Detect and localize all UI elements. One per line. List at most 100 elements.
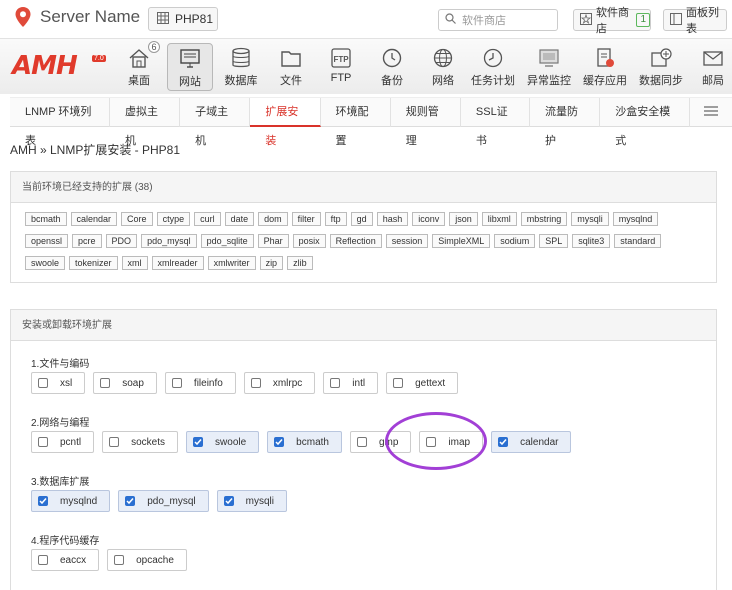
unchecked-box-icon[interactable] (356, 437, 367, 447)
extension-tag: pcre (72, 234, 102, 248)
toolbar-label: 文件 (280, 75, 302, 87)
checked-box-icon[interactable] (498, 437, 509, 447)
toolbar-item-schedule[interactable]: 任务计划 (470, 43, 516, 91)
extension-checkbox-imap[interactable]: imap (419, 431, 484, 453)
tab-env-config[interactable]: 环境配置 (321, 98, 391, 147)
checkbox-label: eaccx (60, 554, 87, 566)
extension-tag: SPL (539, 234, 569, 248)
toolbar-label: 备份 (381, 75, 403, 87)
checkbox-label: calendar (520, 436, 559, 448)
extension-checkbox-xmlrpc[interactable]: xmlrpc (243, 372, 316, 394)
unchecked-box-icon[interactable] (330, 378, 341, 388)
cache-icon (593, 47, 617, 69)
extension-tag: zip (259, 256, 284, 270)
extension-checkbox-opcache[interactable]: opcache (107, 549, 187, 571)
checkbox-label: pdo_mysql (147, 495, 196, 507)
unchecked-box-icon[interactable] (109, 437, 120, 447)
extension-tag: bcmath (25, 212, 67, 226)
amh-logo[interactable]: AMH 7.0 (12, 51, 106, 81)
toolbar-item-network[interactable]: 网络 (420, 43, 466, 91)
location-pin-icon (14, 6, 32, 28)
toolbar-label: 网络 (432, 75, 454, 87)
extension-checkbox-soap[interactable]: soap (93, 372, 157, 394)
tab-ssl-cert[interactable]: SSL证书 (461, 98, 531, 147)
tab-sandbox-mode[interactable]: 沙盒安全模式 (600, 98, 690, 147)
extension-checkbox-gettext[interactable]: gettext (386, 372, 459, 394)
tab-rule-manage[interactable]: 规则管理 (391, 98, 461, 147)
extension-tag-row: openssl pcre PDO pdo_mysql pdo_sqlite Phar pos… (25, 234, 665, 248)
checkbox-label: bcmath (296, 436, 329, 448)
checked-box-icon[interactable] (38, 496, 48, 506)
checked-box-icon[interactable] (125, 496, 136, 506)
group-title: 3.数据库扩展 (31, 477, 90, 488)
extension-checkbox-gmp[interactable]: gmp (349, 431, 412, 453)
extension-checkbox-eaccx[interactable]: eaccx (31, 549, 100, 571)
unchecked-box-icon[interactable] (426, 437, 437, 447)
extension-checkbox-sockets[interactable]: sockets (102, 431, 179, 453)
toolbar-item-monitor[interactable]: 异常监控 (526, 43, 572, 91)
extension-tag: xmlreader (151, 256, 204, 270)
toolbar-label: 缓存应用 (583, 75, 627, 87)
extension-checkbox-swoole[interactable]: swoole (186, 431, 260, 453)
unchecked-box-icon[interactable] (100, 378, 111, 388)
toolbar-item-sync[interactable]: 数据同步 (638, 43, 684, 91)
extension-tag-row: bcmath calendar Core ctype curl date dom filter… (25, 212, 662, 226)
extension-tag: openssl (25, 234, 69, 248)
php-version-button[interactable]: PHP81 (148, 7, 218, 31)
unchecked-box-icon[interactable] (171, 378, 182, 388)
tab-virtual-host[interactable]: 虚拟主机 (110, 98, 181, 147)
extension-checkbox-intl[interactable]: intl (323, 372, 379, 394)
unchecked-box-icon[interactable] (38, 378, 48, 388)
extension-tag: SimpleXML (432, 234, 491, 248)
extension-checkbox-pcntl[interactable]: pcntl (31, 431, 95, 453)
tab-lnmp-list[interactable]: LNMP 环境列表 (10, 98, 110, 147)
globe-icon (431, 47, 455, 69)
toolbar-label: 邮局 (702, 75, 724, 87)
extension-checkbox-fileinfo[interactable]: fileinfo (164, 372, 236, 394)
toolbar-label: 任务计划 (471, 75, 515, 87)
extension-tag: sqlite3 (572, 234, 611, 248)
panel-list-button[interactable]: 面板列表 (663, 7, 727, 35)
database-icon (229, 47, 253, 69)
toolbar-item-database[interactable]: 数据库 (218, 43, 264, 91)
unchecked-box-icon[interactable] (114, 555, 125, 565)
unchecked-box-icon[interactable] (393, 378, 404, 388)
unchecked-box-icon[interactable] (38, 555, 48, 565)
toolbar-item-ftp[interactable]: FTP FTP (318, 43, 364, 91)
server-name[interactable]: Server Name (14, 6, 140, 28)
tab-traffic-protect[interactable]: 流量防护 (530, 98, 601, 147)
extension-tag: pdo_mysql (141, 234, 197, 248)
checkbox-label: mysqli (245, 495, 274, 507)
tab-extension-install[interactable]: 扩展安装 (250, 98, 321, 147)
toolbar-item-files[interactable]: 文件 (268, 43, 314, 91)
software-store-button[interactable]: 软件商店 1 (573, 7, 651, 35)
extension-checkbox-mysqlnd[interactable]: mysqlnd (31, 490, 111, 512)
checked-box-icon[interactable] (193, 437, 204, 447)
extension-tag: json (449, 212, 478, 226)
extension-checkbox-bcmath[interactable]: bcmath (267, 431, 342, 453)
checked-box-icon[interactable] (274, 437, 285, 447)
toolbar-label: 网站 (179, 76, 201, 88)
store-icon (580, 12, 592, 28)
more-menu-button[interactable] (690, 98, 732, 126)
extension-checkbox-xsl[interactable]: xsl (31, 372, 86, 394)
unchecked-box-icon[interactable] (38, 437, 48, 447)
toolbar-item-website[interactable]: 网站 (167, 43, 213, 91)
extension-checkbox-calendar[interactable]: calendar (491, 431, 572, 453)
unchecked-box-icon[interactable] (250, 378, 261, 388)
checkbox-row: mysqlnd pdo_mysql mysqli (31, 490, 287, 512)
search-input[interactable]: 软件商店 (438, 9, 558, 31)
toolbar-item-desktop[interactable]: 6 桌面 (116, 41, 162, 91)
extension-checkbox-pdo-mysql[interactable]: pdo_mysql (118, 490, 209, 512)
tab-subdomain-host[interactable]: 子域主机 (180, 98, 251, 147)
toolbar-item-backup[interactable]: 备份 (369, 43, 415, 91)
toolbar-item-cache[interactable]: 缓存应用 (582, 43, 628, 91)
extension-checkbox-mysqli[interactable]: mysqli (216, 490, 287, 512)
checkbox-label: xmlrpc (272, 377, 303, 389)
extension-tag: mbstring (520, 212, 568, 226)
extension-tag: swoole (25, 256, 66, 270)
toolbar-item-mail[interactable]: 邮局 (690, 43, 732, 91)
checked-box-icon[interactable] (223, 496, 234, 506)
checkbox-row: xsl soap fileinfo xmlrpc intl gettext (31, 372, 459, 394)
group-title: 1.文件与编码 (31, 359, 90, 370)
